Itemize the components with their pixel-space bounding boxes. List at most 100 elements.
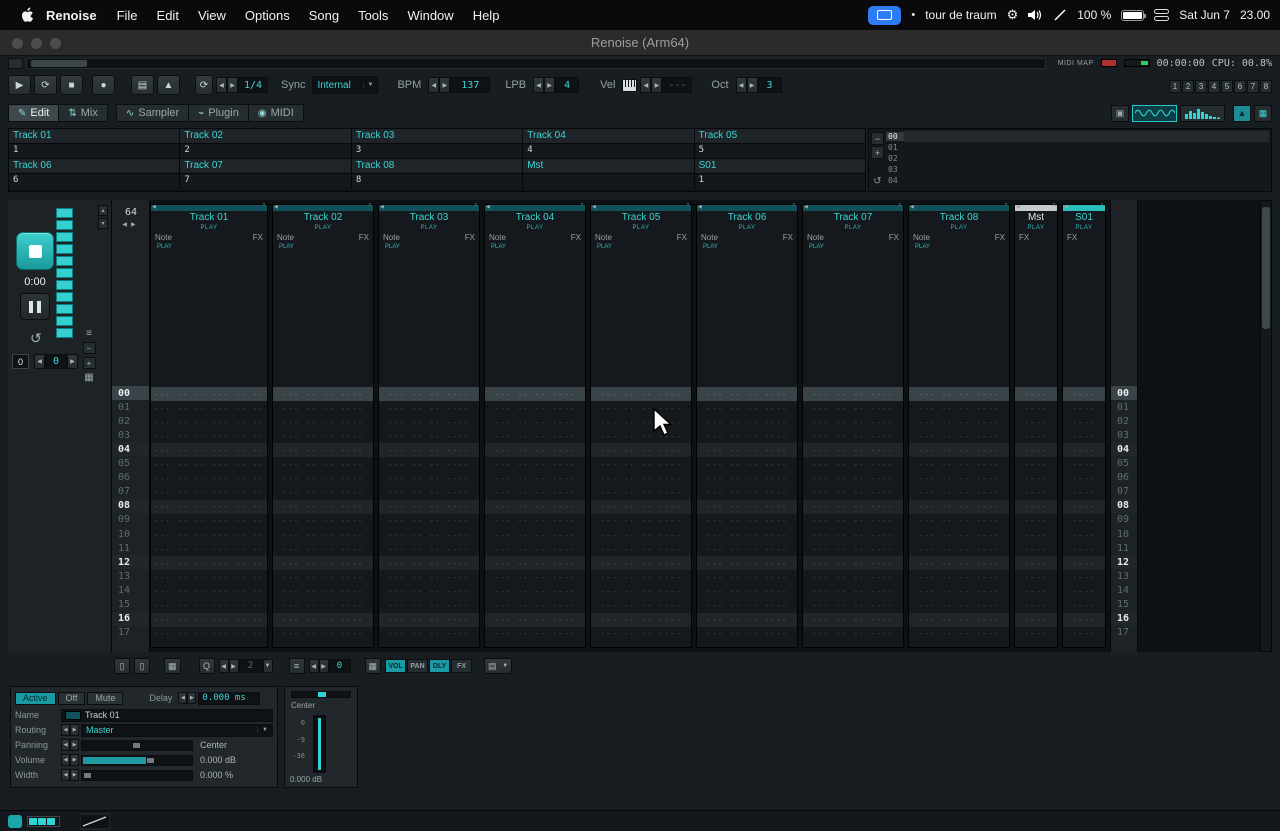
matrix-cell[interactable]: Track 04 (523, 129, 695, 143)
pattern-cell[interactable]: --- -- -- ---- (697, 528, 797, 542)
sequence-row[interactable]: 00 (886, 131, 1269, 142)
pattern-cell[interactable]: ---- (1063, 401, 1105, 415)
pattern-cell[interactable]: --- -- -- ---- (485, 401, 585, 415)
pattern-cell[interactable]: --- -- -- ---- (591, 612, 691, 627)
pattern-cell[interactable]: --- -- -- ---- (485, 528, 585, 542)
track-color-bar[interactable]: ◀ × (803, 202, 903, 211)
image-icon[interactable]: ▣ (1111, 104, 1129, 122)
midi-map-label[interactable]: MIDI MAP (1058, 60, 1094, 67)
pattern-cell[interactable]: --- -- -- ---- (379, 458, 479, 472)
pattern-cell[interactable]: --- -- -- --- -- -- (151, 627, 267, 641)
vel-value[interactable]: --- (662, 77, 693, 93)
pattern-cell[interactable]: ---- (1063, 458, 1105, 472)
sequence-row[interactable]: 01 (886, 142, 1269, 153)
track-name-field[interactable]: Track 01 (61, 708, 273, 722)
pattern-cell[interactable]: --- -- -- ---- (909, 599, 1009, 613)
pattern-cell[interactable]: --- -- -- --- -- -- (151, 599, 267, 613)
pattern-cell[interactable]: --- -- -- ---- (273, 429, 373, 443)
pattern-cell[interactable]: --- -- -- --- -- -- (151, 612, 267, 627)
preset-button-5[interactable]: 5 (1221, 80, 1233, 93)
pan-mini-handle[interactable] (318, 692, 326, 697)
pattern-cell[interactable]: ---- (1063, 486, 1105, 500)
pattern-cell[interactable]: --- -- -- ---- (697, 612, 797, 627)
pattern-cell[interactable]: --- -- -- ---- (803, 514, 903, 528)
follow-player-button[interactable]: ▤ (131, 75, 154, 95)
pattern-cell[interactable]: --- -- -- ---- (697, 542, 797, 556)
apple-menu-icon[interactable] (20, 7, 34, 23)
pattern-cell[interactable]: ---- (1015, 514, 1057, 528)
pattern-cell[interactable]: ---- (1063, 499, 1105, 514)
scrollbar-thumb[interactable] (1262, 207, 1270, 329)
pattern-cell[interactable]: --- -- -- ---- (379, 612, 479, 627)
pattern-cell[interactable]: --- -- -- ---- (379, 570, 479, 584)
pattern-cell[interactable]: ---- (1015, 429, 1057, 443)
pattern-cell[interactable]: --- -- -- ---- (485, 514, 585, 528)
pattern-cell[interactable]: --- -- -- ---- (379, 486, 479, 500)
pattern-cell[interactable]: --- -- -- --- -- -- (151, 429, 267, 443)
pattern-cell[interactable]: --- -- -- ---- (803, 472, 903, 486)
pattern-cell[interactable]: --- -- -- ---- (379, 472, 479, 486)
preset-button-8[interactable]: 8 (1260, 80, 1272, 93)
pattern-cell[interactable]: ---- (1015, 499, 1057, 514)
scopes-view-button[interactable] (1132, 104, 1177, 122)
close-track-icon[interactable]: × (580, 202, 584, 209)
sidebar-step-value[interactable]: 0 (45, 354, 67, 369)
menu-tools[interactable]: Tools (358, 8, 388, 23)
pattern-cell[interactable]: --- -- -- ---- (697, 401, 797, 415)
matrix-cell[interactable]: Track 02 (180, 129, 352, 143)
pattern-cell[interactable]: --- -- -- ---- (697, 429, 797, 443)
collapse-track-icon[interactable]: ◀ (152, 204, 156, 210)
song-position-handle[interactable] (31, 60, 87, 67)
delay-decrease-icon[interactable]: ◀ (178, 692, 188, 704)
pattern-cell[interactable]: ---- (1015, 458, 1057, 472)
pattern-cell[interactable]: --- -- -- ---- (803, 542, 903, 556)
collapse-down-icon[interactable]: ▾ (98, 218, 108, 229)
pattern-cell[interactable]: --- -- -- ---- (273, 472, 373, 486)
tab-midi[interactable]: ◉ MIDI (248, 104, 304, 122)
sequence-slot[interactable] (904, 175, 1269, 186)
width-slider[interactable] (81, 769, 193, 781)
delay-value[interactable]: 0.000 ms (198, 691, 261, 705)
pattern-cell[interactable]: --- -- -- ---- (485, 542, 585, 556)
volume-increase-icon[interactable]: ▶ (70, 754, 79, 766)
pattern-cell[interactable]: ---- (1063, 387, 1105, 402)
preset-button-2[interactable]: 2 (1182, 80, 1194, 93)
pattern-cell[interactable]: --- -- -- ---- (273, 599, 373, 613)
pattern-cell[interactable]: --- -- -- ---- (909, 429, 1009, 443)
panning-handle[interactable] (132, 741, 141, 749)
battery-icon[interactable] (1121, 9, 1147, 21)
track-name[interactable]: S01 (1063, 211, 1105, 224)
pattern-cell[interactable]: --- -- -- --- -- -- (151, 514, 267, 528)
tab-mix[interactable]: ⇅ Mix (59, 104, 108, 122)
routing-next-icon[interactable]: ▶ (70, 724, 79, 736)
keyboard-velocity-icon[interactable] (622, 78, 638, 92)
pattern-cell[interactable]: --- -- -- ---- (379, 429, 479, 443)
bpm-decrease-icon[interactable]: ◀ (428, 77, 440, 93)
song-position-slider[interactable] (26, 58, 1046, 69)
pattern-cell[interactable]: ---- (1063, 514, 1105, 528)
play-button[interactable]: ▶ (8, 75, 31, 95)
matrix-cell[interactable]: Track 03 (352, 129, 524, 143)
lpb-decrease-icon[interactable]: ◀ (533, 77, 545, 93)
pattern-cell[interactable]: --- -- -- ---- (591, 514, 691, 528)
sync-select[interactable]: Internal ▼ (312, 76, 379, 94)
pattern-cell[interactable]: ---- (1015, 584, 1057, 598)
pattern-cell[interactable]: --- -- -- ---- (697, 499, 797, 514)
matrix-frame-button[interactable]: ▦ (1254, 104, 1272, 122)
track-name[interactable]: Track 06 (697, 211, 797, 224)
vel-increase-icon[interactable]: ▶ (651, 77, 663, 93)
pattern-cell[interactable]: --- -- -- ---- (273, 486, 373, 500)
matrix-cell[interactable]: Track 05 (695, 129, 865, 143)
pattern-cell[interactable]: --- -- -- ---- (273, 514, 373, 528)
sidebar-increase-icon[interactable]: ▶ (67, 354, 78, 369)
preset-button-6[interactable]: 6 (1234, 80, 1246, 93)
matrix-cell[interactable]: Track 06 (9, 159, 181, 173)
collapse-track-icon[interactable]: ◀ (698, 204, 702, 210)
pattern-cell[interactable]: --- -- -- ---- (803, 499, 903, 514)
track-color-bar[interactable]: ◀ × (379, 202, 479, 211)
note-play-toggle[interactable]: PLAY (273, 243, 373, 251)
track-scope[interactable] (56, 316, 73, 326)
track-scope[interactable] (56, 268, 73, 278)
track-name[interactable]: Track 05 (591, 211, 691, 224)
sequence-row[interactable]: 03 (886, 164, 1269, 175)
